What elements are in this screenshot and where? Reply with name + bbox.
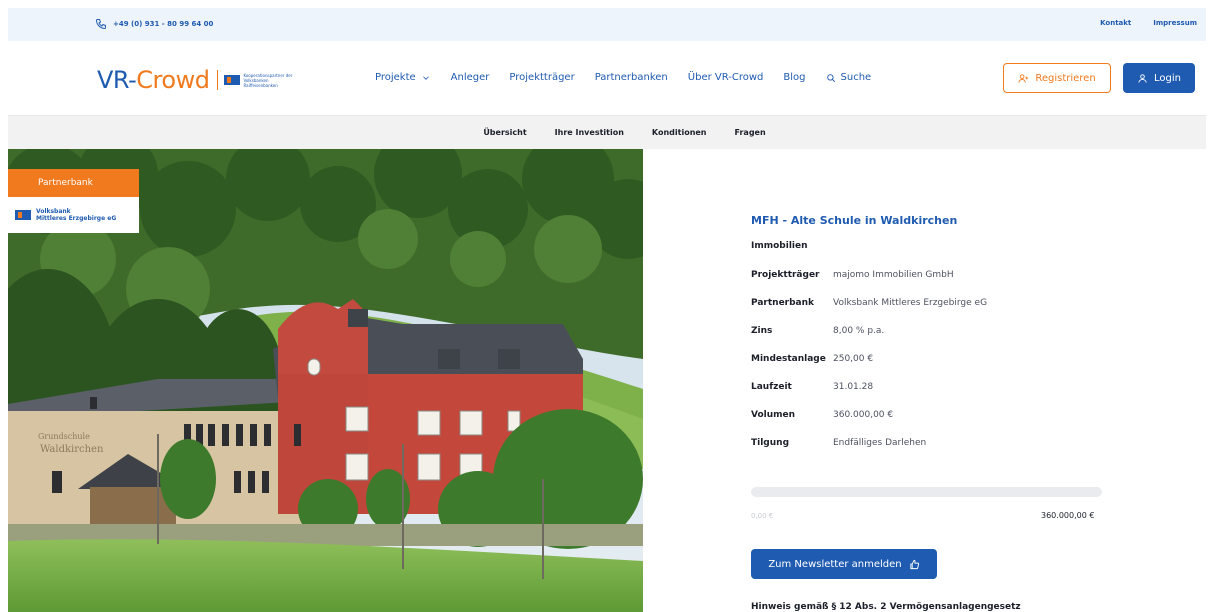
user-icon bbox=[1138, 73, 1147, 83]
nav-anleger[interactable]: Anleger bbox=[451, 72, 490, 83]
search-icon bbox=[826, 73, 835, 82]
detail-value: 250,00 € bbox=[833, 354, 874, 364]
detail-row-projekttraeger: Projektträger majomo Immobilien GmbH bbox=[751, 261, 1111, 289]
nav-projekte[interactable]: Projekte bbox=[375, 72, 431, 83]
detail-key: Partnerbank bbox=[751, 298, 815, 308]
project-category: Immobilien bbox=[751, 241, 808, 251]
detail-key: Zins bbox=[751, 326, 773, 336]
phone-icon bbox=[95, 19, 106, 30]
nav-ueber-vr-crowd[interactable]: Über VR-Crowd bbox=[688, 72, 764, 83]
logo-text-vr: VR- bbox=[97, 66, 137, 94]
user-plus-icon bbox=[1018, 73, 1029, 83]
detail-value: majomo Immobilien GmbH bbox=[833, 270, 954, 280]
logo-tagline-3: Raiffeisenbanken bbox=[243, 82, 278, 88]
register-button[interactable]: Registrieren bbox=[1003, 63, 1111, 93]
subnav-konditionen[interactable]: Konditionen bbox=[652, 128, 707, 137]
partnerbank-logo[interactable]: Volksbank Mittleres Erzgebirge eG bbox=[8, 197, 139, 233]
main-nav: Projekte Anleger Projektträger Partnerba… bbox=[375, 72, 871, 83]
project-details: MFH - Alte Schule in Waldkirchen Immobil… bbox=[751, 214, 1111, 457]
volksbank-mark-icon bbox=[15, 210, 31, 220]
subnav-uebersicht[interactable]: Übersicht bbox=[483, 128, 526, 137]
nav-partnerbanken[interactable]: Partnerbanken bbox=[595, 72, 668, 83]
partnerbank-name-line1: Volksbank bbox=[36, 208, 71, 215]
detail-key: Mindestanlage bbox=[751, 354, 826, 364]
detail-key: Volumen bbox=[751, 410, 796, 420]
vr-crowd-logo[interactable]: VR- Crowd Kooperationspartner der Volksb… bbox=[97, 66, 292, 94]
legal-hint-heading: Hinweis gemäß § 12 Abs. 2 Vermögensanlag… bbox=[751, 602, 1021, 612]
main-header: VR- Crowd Kooperationspartner der Volksb… bbox=[8, 41, 1206, 116]
thumb-icon bbox=[910, 559, 919, 569]
detail-key: Tilgung bbox=[751, 438, 790, 448]
kontakt-link[interactable]: Kontakt bbox=[1100, 19, 1131, 27]
school-sign-line1: Grundschule bbox=[38, 432, 90, 441]
project-subnav: Übersicht Ihre Investition Konditionen F… bbox=[8, 116, 1206, 149]
detail-value: 31.01.28 bbox=[833, 382, 874, 392]
detail-row-partnerbank: Partnerbank Volksbank Mittleres Erzgebir… bbox=[751, 289, 1111, 317]
detail-value: Volksbank Mittleres Erzgebirge eG bbox=[833, 298, 988, 308]
detail-row-zins: Zins 8,00 % p.a. bbox=[751, 317, 1111, 345]
detail-row-mindestanlage: Mindestanlage 250,00 € bbox=[751, 345, 1111, 373]
newsletter-button[interactable]: Zum Newsletter anmelden bbox=[751, 549, 937, 579]
detail-key: Laufzeit bbox=[751, 382, 792, 392]
nav-projekttraeger[interactable]: Projektträger bbox=[509, 72, 574, 83]
detail-value: 8,00 % p.a. bbox=[833, 326, 885, 336]
top-bar: +49 (0) 931 - 80 99 64 00 Kontakt Impres… bbox=[8, 8, 1206, 41]
project-title: MFH - Alte Schule in Waldkirchen bbox=[751, 214, 958, 227]
partnerbank-badge: Partnerbank Volksbank Mittleres Erzgebir… bbox=[8, 169, 139, 233]
detail-value: Endfälliges Darlehen bbox=[833, 438, 927, 448]
phone-link[interactable]: +49 (0) 931 - 80 99 64 00 bbox=[95, 18, 213, 30]
volksbank-mark-icon bbox=[224, 75, 241, 85]
funding-progress-min: 0,00 € bbox=[751, 512, 774, 520]
phone-number: +49 (0) 931 - 80 99 64 00 bbox=[113, 20, 214, 28]
nav-blog[interactable]: Blog bbox=[783, 72, 805, 83]
detail-key: Projektträger bbox=[751, 270, 820, 280]
volksbank-logo: Kooperationspartner der Volksbanken Raif… bbox=[224, 73, 292, 88]
chevron-down-icon bbox=[422, 75, 429, 80]
detail-row-volumen: Volumen 360.000,00 € bbox=[751, 401, 1111, 429]
funding-progress-bar bbox=[751, 487, 1102, 497]
partnerbank-name-line2: Mittleres Erzgebirge eG bbox=[36, 215, 117, 222]
funding-progress-max: 360.000,00 € bbox=[1041, 511, 1095, 520]
login-button[interactable]: Login bbox=[1123, 63, 1195, 93]
nav-suche[interactable]: Suche bbox=[826, 72, 871, 83]
impressum-link[interactable]: Impressum bbox=[1153, 19, 1197, 27]
partnerbank-label: Partnerbank bbox=[8, 169, 139, 197]
logo-text-crowd: Crowd bbox=[136, 66, 210, 94]
subnav-fragen[interactable]: Fragen bbox=[735, 128, 766, 137]
detail-row-laufzeit: Laufzeit 31.01.28 bbox=[751, 373, 1111, 401]
detail-value: 360.000,00 € bbox=[833, 410, 894, 420]
detail-row-tilgung: Tilgung Endfälliges Darlehen bbox=[751, 429, 1111, 457]
school-sign-line2: Waldkirchen bbox=[40, 444, 104, 455]
logo-divider bbox=[217, 70, 219, 90]
subnav-ihre-investition[interactable]: Ihre Investition bbox=[555, 128, 624, 137]
